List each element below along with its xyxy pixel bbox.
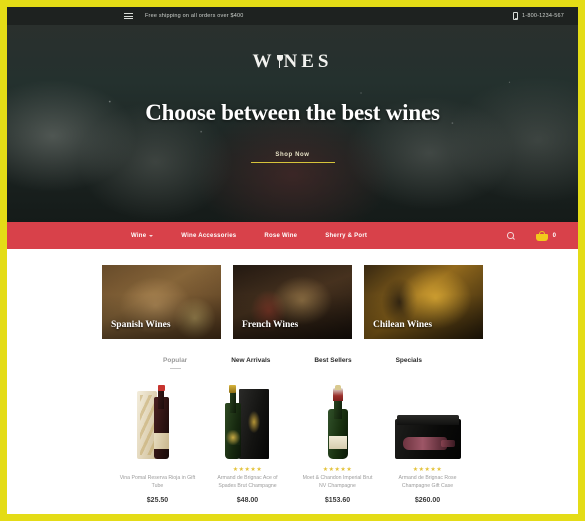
phone-number: 1-800-1234-567 [522,13,564,19]
product-card[interactable]: ★★★★★ Armand de Brignac Ace of Spades Br… [203,377,293,504]
product-grid: Vina Pomal Reserva Rioja in Gift Tube $2… [7,377,578,504]
category-label: French Wines [242,320,299,330]
wine-glass-icon [276,55,283,68]
phone-contact[interactable]: 1-800-1234-567 [513,12,564,20]
shop-now-button[interactable]: Shop Now [250,152,335,163]
product-image [293,377,383,459]
category-cards: Spanish Wines French Wines Chilean Wines [7,249,578,339]
cart-button[interactable]: 0 [535,230,556,241]
tab-specials[interactable]: Specials [374,357,444,364]
tab-new-arrivals[interactable]: New Arrivals [209,357,292,364]
tab-popular[interactable]: Popular [141,357,209,369]
category-label: Spanish Wines [111,320,171,330]
chevron-down-icon [149,234,154,237]
product-rating: ★★★★★ [412,467,443,473]
cart-item-count: 0 [552,232,556,239]
product-card[interactable]: ★★★★★ Armand de Brignac Rose Champagne G… [383,377,473,504]
product-price: $260.00 [414,497,441,504]
product-card[interactable]: Vina Pomal Reserva Rioja in Gift Tube $2… [113,377,203,504]
category-card-french-wines[interactable]: French Wines [233,265,352,339]
product-name: Moet & Chandon Imperial Brut NV Champagn… [302,475,373,489]
nav-item-sherry-port[interactable]: Sherry & Port [311,233,381,239]
category-card-chilean-wines[interactable]: Chilean Wines [364,265,483,339]
product-rating: ★★★★★ [232,467,263,473]
product-price: $48.00 [236,497,259,504]
hero-cta-wrapper: Shop Now [7,143,578,163]
product-rating: ★★★★★ [322,467,353,473]
nav-item-label: Wine [131,232,147,239]
product-rating [113,466,203,474]
tab-best-sellers[interactable]: Best Sellers [292,357,373,364]
product-tabs: Popular New Arrivals Best Sellers Specia… [7,357,578,369]
nav-actions: 0 [507,230,556,241]
product-image [113,377,203,459]
nav-item-rose-wine[interactable]: Rose Wine [250,233,311,239]
product-price: $153.60 [324,497,351,504]
top-announcement-bar: Free shipping on all orders over $400 1-… [7,7,578,25]
nav-links: Wine Wine Accessories Rose Wine Sherry &… [117,233,381,239]
product-card[interactable]: ★★★★★ Moet & Chandon Imperial Brut NV Ch… [293,377,383,504]
site-logo[interactable]: W NES [7,51,578,73]
phone-icon [513,12,519,20]
main-navigation: Wine Wine Accessories Rose Wine Sherry &… [7,222,578,249]
category-label: Chilean Wines [373,320,433,330]
nav-item-label: Sherry & Port [325,232,368,239]
page-frame: Free shipping on all orders over $400 1-… [0,0,585,521]
hero-headline: Choose between the best wines [145,100,440,125]
hero-section: Free shipping on all orders over $400 1-… [7,7,578,222]
shopping-cart-icon [535,230,548,241]
product-name: Armand de Brignac Ace of Spades Brut Cha… [217,475,278,489]
nav-item-label: Wine Accessories [181,232,237,239]
product-price: $25.50 [146,497,169,504]
search-icon[interactable] [507,232,514,239]
nav-item-wine[interactable]: Wine [117,233,167,239]
category-card-spanish-wines[interactable]: Spanish Wines [102,265,221,339]
shipping-promo-text: Free shipping on all orders over $400 [145,13,244,19]
product-name: Armand de Brignac Rose Champagne Gift Ca… [398,475,457,489]
hamburger-menu-icon[interactable] [124,13,133,19]
product-image [203,377,293,459]
logo-text-right: NES [283,51,333,72]
logo-text-left: W [252,51,276,72]
product-image [383,377,473,459]
product-name: Vina Pomal Reserva Rioja in Gift Tube [119,475,196,489]
nav-item-wine-accessories[interactable]: Wine Accessories [167,233,250,239]
nav-item-label: Rose Wine [264,232,298,239]
